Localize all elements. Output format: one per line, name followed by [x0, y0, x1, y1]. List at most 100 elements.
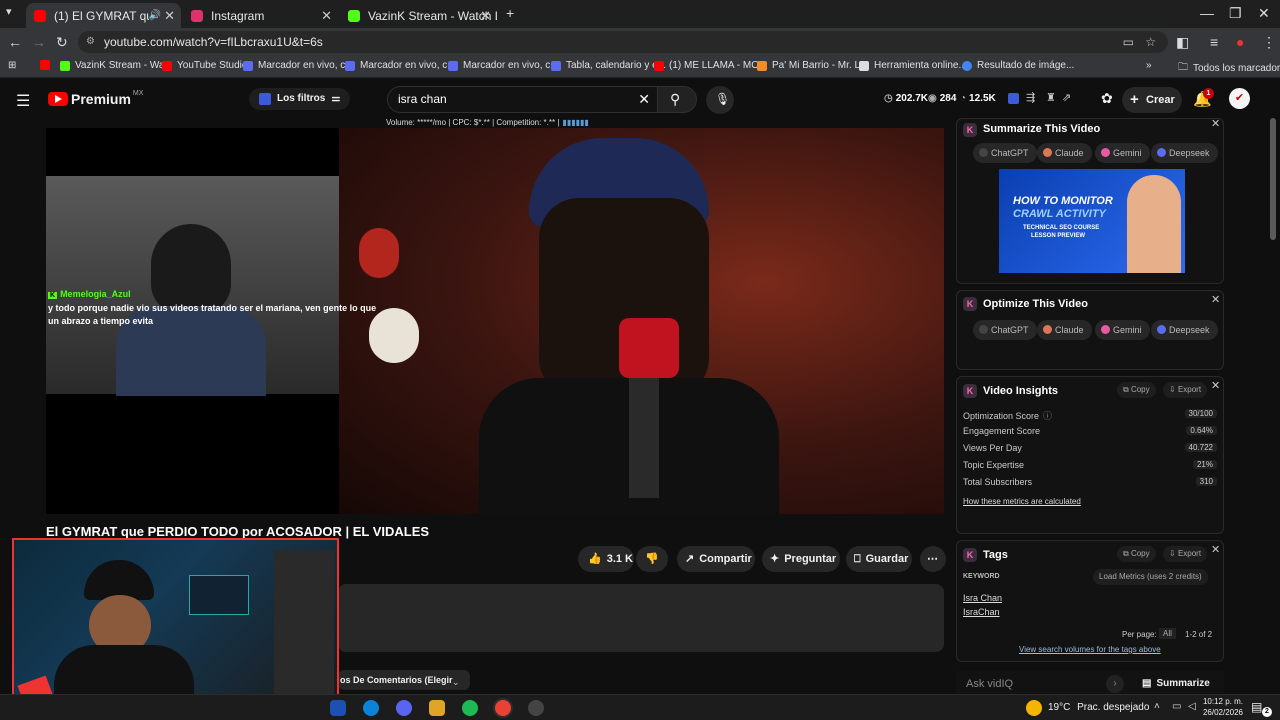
tag-item[interactable]: Isra Chan	[963, 593, 1002, 603]
search-button[interactable]: ⚲	[657, 86, 697, 113]
dislike-button[interactable]: 👎	[636, 546, 668, 572]
metrics-info-link[interactable]: How these metrics are calculated	[963, 497, 1081, 506]
page-scrollbar[interactable]	[1270, 118, 1276, 240]
more-bookmarks-icon[interactable]: »	[1146, 60, 1152, 71]
spotify-icon[interactable]	[462, 700, 478, 716]
youtube-logo[interactable]: Premium MX	[48, 90, 143, 107]
clear-search-icon[interactable]: ✕	[638, 87, 650, 112]
window-close-icon[interactable]: ✕	[1258, 5, 1270, 22]
bookmark-9[interactable]: Resultado de imáge...	[962, 60, 1074, 71]
search-volumes-link[interactable]: View search volumes for the tags above	[1019, 645, 1161, 654]
site-info-icon[interactable]: ⚙	[86, 31, 95, 53]
chatgpt-button[interactable]: ChatGPT	[973, 143, 1037, 163]
clock[interactable]: 10:12 p. m. 26/02/2026	[1201, 696, 1243, 718]
extension-avatar-icon[interactable]: ✿	[1101, 90, 1113, 107]
per-page-select[interactable]: All	[1159, 628, 1176, 639]
bookmark-8[interactable]: Herramienta online...	[859, 60, 967, 71]
chevron-down-icon[interactable]: ⌄	[452, 677, 460, 688]
close-tab-icon[interactable]: ✕	[164, 8, 175, 24]
export-button[interactable]: ⇩ Export	[1163, 382, 1208, 398]
video-player[interactable]: K Memelogia_Azul y todo porque nadie vio …	[46, 128, 944, 514]
tab-youtube[interactable]: (1) El GYMRAT que PERDIO 🔊 ✕	[26, 3, 181, 28]
vidiq-icon[interactable]	[1008, 93, 1019, 104]
trophy-icon[interactable]: ♜	[1046, 91, 1056, 104]
deepseek-button[interactable]: Deepseek	[1151, 143, 1218, 163]
send-icon[interactable]: ›	[1106, 675, 1124, 693]
weather-widget[interactable]: 19°C Prac. despejado	[1048, 702, 1149, 713]
gemini-button[interactable]: Gemini	[1095, 143, 1150, 163]
menu-icon[interactable]: ⋮	[1262, 34, 1276, 51]
course-ad-thumbnail[interactable]: HOW TO MONITOR CRAWL ACTIVITY TECHNICAL …	[999, 169, 1185, 273]
tray-chevron-icon[interactable]: ˄	[1154, 701, 1160, 712]
deepseek-button[interactable]: Deepseek	[1151, 320, 1218, 340]
close-icon[interactable]: ✕	[1211, 379, 1220, 392]
search-input[interactable]: isra chan ✕	[387, 86, 663, 113]
reload-icon[interactable]: ↻	[56, 34, 68, 51]
tab-instagram[interactable]: Instagram ✕	[183, 3, 338, 28]
close-tab-icon[interactable]: ✕	[480, 8, 491, 24]
like-button[interactable]: 👍 3.1 K	[578, 546, 634, 572]
notification-center-icon[interactable]: ▤	[1251, 700, 1262, 714]
file-explorer-icon[interactable]	[429, 700, 445, 716]
create-button[interactable]: + Crear	[1122, 87, 1182, 113]
volume-icon[interactable]: ◁	[1188, 701, 1196, 712]
claude-button[interactable]: Claude	[1037, 320, 1092, 340]
new-tab-icon[interactable]: +	[506, 5, 514, 21]
share-button[interactable]: ↗ Compartir	[677, 546, 755, 572]
network-icon[interactable]: ▭	[1172, 701, 1181, 712]
apps-icon[interactable]: ⊞	[8, 60, 16, 71]
bookmark-yt[interactable]	[40, 60, 55, 70]
ask-vidiq-input[interactable]: Ask vidIQ	[966, 678, 1013, 690]
account-avatar[interactable]: ✔	[1229, 88, 1250, 109]
chatgpt-button[interactable]: ChatGPT	[973, 320, 1037, 340]
close-tab-icon[interactable]: ✕	[321, 8, 332, 24]
tag-item[interactable]: IsraChan	[963, 607, 1000, 617]
megaphone-icon[interactable]: ⇶	[1026, 91, 1035, 104]
close-icon[interactable]: ✕	[1211, 543, 1220, 556]
comments-sort-dropdown[interactable]: os De Comentarios (Elegir	[338, 670, 470, 690]
address-bar[interactable]: ⚙ youtube.com/watch?v=fILbcraxu1U&t=6s ▭…	[78, 31, 1168, 53]
chrome-icon[interactable]	[495, 700, 511, 716]
forward-icon[interactable]: →	[32, 34, 46, 50]
close-icon[interactable]: ✕	[1211, 293, 1220, 306]
taskbar-app-icon[interactable]	[330, 700, 346, 716]
extensions-icon[interactable]: ◧	[1176, 34, 1189, 51]
bookmark-0[interactable]: VazinK Stream - Wa...	[60, 60, 173, 71]
bookmark-star-icon[interactable]: ☆	[1145, 31, 1156, 53]
bookmark-1[interactable]: YouTube Studio	[162, 60, 247, 71]
restore-icon[interactable]: ❐	[1229, 5, 1242, 22]
speaker-icon[interactable]: 🔊	[149, 10, 161, 21]
bookmark-7[interactable]: Pa' Mi Barrio - Mr. L...	[757, 60, 868, 71]
gemini-button[interactable]: Gemini	[1095, 320, 1150, 340]
minimize-icon[interactable]: —	[1200, 5, 1214, 21]
tab-search-icon[interactable]: ▾	[6, 5, 12, 18]
ask-button[interactable]: ✦ Preguntar	[762, 546, 840, 572]
info-icon[interactable]: ⓘ	[1043, 411, 1052, 421]
load-metrics-button[interactable]: Load Metrics (uses 2 credits)	[1093, 569, 1208, 585]
description-box[interactable]	[338, 584, 944, 652]
copy-button[interactable]: ⧉ Copy	[1117, 382, 1156, 398]
edge-icon[interactable]	[363, 700, 379, 716]
obs-icon[interactable]	[528, 700, 544, 716]
bookmark-3[interactable]: Marcador en vivo, c...	[345, 60, 456, 71]
bookmark-4[interactable]: Marcador en vivo, c...	[448, 60, 559, 71]
close-icon[interactable]: ✕	[1211, 117, 1220, 130]
tab-kick[interactable]: VazinK Stream - Watch Live on ✕	[340, 3, 497, 28]
filters-button[interactable]: Los filtros ⚌	[249, 88, 351, 110]
all-bookmarks[interactable]: 🗀 Todos los marcadores	[1178, 60, 1280, 77]
media-controls-icon[interactable]: ≡	[1210, 34, 1218, 50]
summarize-button[interactable]: ▤ Summarize	[1142, 678, 1210, 689]
bookmark-5[interactable]: Tabla, calendario y e...	[551, 60, 666, 71]
voice-search-button[interactable]: 🎙	[706, 86, 734, 114]
profile-icon[interactable]: ●	[1236, 34, 1244, 50]
export-button[interactable]: ⇩ Export	[1163, 546, 1208, 562]
claude-button[interactable]: Claude	[1037, 143, 1092, 163]
bookmark-6[interactable]: (1) ME LLAMA - MO...	[654, 60, 767, 71]
copy-button[interactable]: ⧉ Copy	[1117, 546, 1156, 562]
back-icon[interactable]: ←	[8, 34, 22, 50]
more-actions-button[interactable]: ⋯	[920, 546, 946, 572]
bookmark-2[interactable]: Marcador en vivo, c...	[243, 60, 354, 71]
save-button[interactable]: ⎕ Guardar	[846, 546, 912, 572]
discord-icon[interactable]	[396, 700, 412, 716]
rocket-icon[interactable]: ⇗	[1062, 91, 1071, 104]
